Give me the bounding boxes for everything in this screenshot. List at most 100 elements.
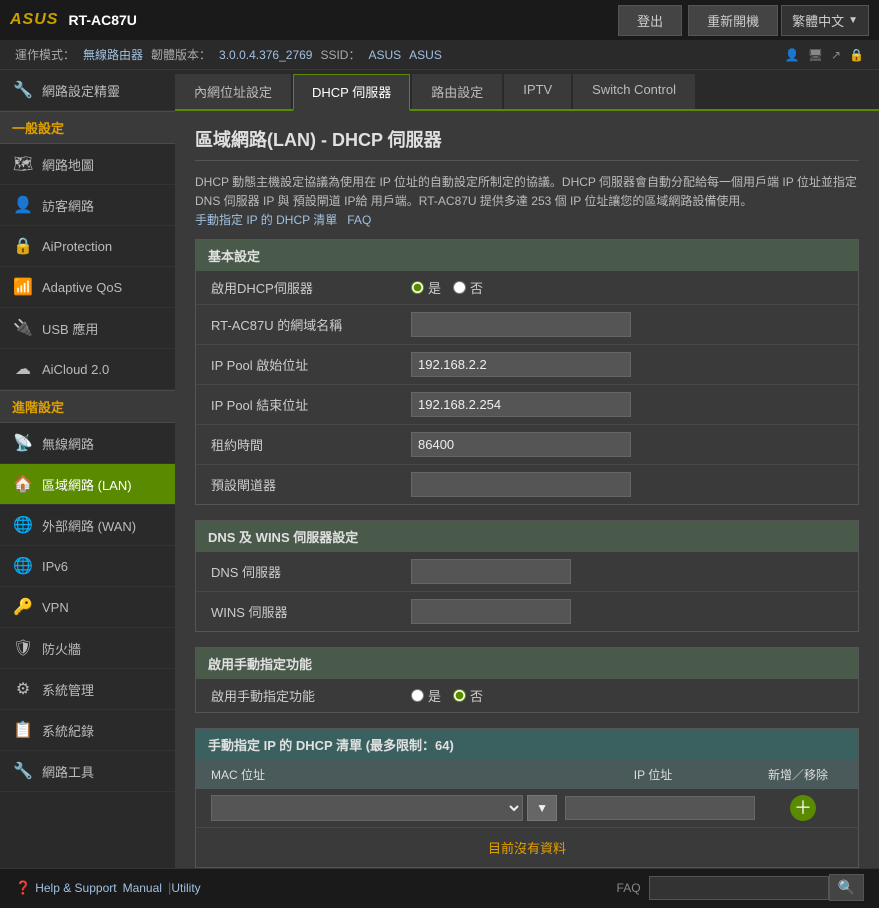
desc-text1: DHCP 動態主機設定協議為使用在 IP 位址的自動設定所制定的協議。DHCP … — [195, 175, 857, 189]
dhcp-enable-no-label[interactable]: 否 — [453, 278, 483, 297]
syslog-icon: 📋 — [12, 719, 34, 741]
logout-button[interactable]: 登出 — [618, 5, 682, 36]
col-header-action: 新增／移除 — [753, 766, 843, 783]
sidebar-item-usb[interactable]: 🔌 USB 應用 — [0, 308, 175, 349]
mode-link[interactable]: 無線路由器 — [83, 46, 143, 63]
sidebar-label-admin: 系統管理 — [42, 680, 94, 699]
manual-enable-yes-radio[interactable] — [411, 689, 424, 702]
description: DHCP 動態主機設定協議為使用在 IP 位址的自動設定所制定的協議。DHCP … — [195, 173, 859, 231]
sidebar-item-wan[interactable]: 🌐 外部網路 (WAN) — [0, 505, 175, 546]
faq-search-label: FAQ — [617, 881, 641, 895]
wins-server-input[interactable] — [411, 599, 571, 624]
tab-switch[interactable]: Switch Control — [573, 74, 695, 109]
reboot-button[interactable]: 重新開機 — [688, 5, 778, 36]
sidebar-label-firewall: 防火牆 — [42, 639, 81, 658]
sidebar-label-vpn: VPN — [42, 600, 69, 615]
brand-logo: ASUS — [10, 11, 58, 29]
sidebar-item-nettool[interactable]: 🔧 網路工具 — [0, 751, 175, 792]
default-gateway-row: 預設閘道器 — [196, 465, 858, 504]
dhcp-enable-radio-group: 是 否 — [411, 278, 483, 297]
manual-link[interactable]: Manual — [123, 881, 162, 895]
bottom-bar: ❓ Help & Support Manual | Utility FAQ 🔍 — [0, 868, 879, 906]
tab-dhcp[interactable]: DHCP 伺服器 — [293, 74, 410, 111]
faq-search-input[interactable] — [649, 876, 829, 900]
tab-lan-ip[interactable]: 內網位址設定 — [175, 74, 291, 109]
ssid-link2[interactable]: ASUS — [409, 48, 442, 62]
dhcp-enable-yes-label[interactable]: 是 — [411, 278, 441, 297]
sidebar-label-syslog: 系統紀錄 — [42, 721, 94, 740]
user-icon: 👤 — [785, 48, 800, 62]
manual-enable-radio-group: 是 否 — [411, 686, 483, 705]
col-header-mac: MAC 位址 — [211, 766, 553, 783]
dns-wins-body: DNS 伺服器 WINS 伺服器 — [196, 552, 858, 631]
main-layout: 🔧 網路設定精靈 一般設定 🗺 網路地圖 👤 訪客網路 🔒 AiProtecti… — [0, 70, 879, 868]
mac-select[interactable] — [211, 795, 523, 821]
manual-dhcp-body: MAC 位址 IP 位址 新增／移除 ▼ — [196, 760, 858, 867]
sidebar-item-adaptiveqos[interactable]: 📶 Adaptive QoS — [0, 267, 175, 308]
dhcp-enable-yes-radio[interactable] — [411, 281, 424, 294]
dhcp-enable-no-text: 否 — [470, 278, 483, 297]
manual-dhcp-link[interactable]: 手動指定 IP 的 DHCP 清單 — [195, 213, 337, 227]
sidebar-label-wan: 外部網路 (WAN) — [42, 516, 136, 535]
sidebar-item-admin[interactable]: ⚙ 系統管理 — [0, 669, 175, 710]
sidebar: 🔧 網路設定精靈 一般設定 🗺 網路地圖 👤 訪客網路 🔒 AiProtecti… — [0, 70, 175, 868]
add-entry-button[interactable]: ＋ — [790, 795, 816, 821]
language-button[interactable]: 繁體中文 — [781, 5, 869, 36]
basic-settings-body: 啟用DHCP伺服器 是 否 — [196, 271, 858, 504]
sidebar-item-wireless[interactable]: 📡 無線網路 — [0, 423, 175, 464]
top-bar: ASUS RT-AC87U 登出 重新開機 繁體中文 — [0, 0, 879, 40]
lease-time-input[interactable] — [411, 432, 631, 457]
utility-link[interactable]: Utility — [171, 881, 200, 895]
sidebar-item-lan[interactable]: 🏠 區域網路 (LAN) — [0, 464, 175, 505]
add-btn-wrap: ＋ — [763, 795, 843, 821]
sidebar-label-ipv6: IPv6 — [42, 559, 68, 574]
firmware-link[interactable]: 3.0.0.4.376_2769 — [219, 48, 312, 62]
desc-text2: DNS 伺服器 IP 與 預設閘道 IP給 用戶端。RT-AC87U 提供多達 … — [195, 194, 752, 208]
domain-name-label: RT-AC87U 的網域名稱 — [211, 315, 411, 334]
tab-route[interactable]: 路由設定 — [412, 74, 502, 109]
map-icon: 🗺 — [12, 153, 34, 175]
faq-link-desc[interactable]: FAQ — [347, 213, 371, 227]
sidebar-item-syslog[interactable]: 📋 系統紀錄 — [0, 710, 175, 751]
dns-server-input[interactable] — [411, 559, 571, 584]
dhcp-enable-no-radio[interactable] — [453, 281, 466, 294]
manual-enable-no-radio[interactable] — [453, 689, 466, 702]
ip-pool-start-input[interactable] — [411, 352, 631, 377]
ssid-link1[interactable]: ASUS — [368, 48, 401, 62]
sidebar-item-firewall[interactable]: 🛡 防火牆 — [0, 628, 175, 669]
monitor-icon: 🖥 — [808, 48, 823, 62]
dhcp-enable-label: 啟用DHCP伺服器 — [211, 278, 411, 297]
domain-name-input[interactable] — [411, 312, 631, 337]
firewall-icon: 🛡 — [12, 637, 34, 659]
sidebar-item-wizard[interactable]: 🔧 網路設定精靈 — [0, 70, 175, 111]
sidebar-item-vpn[interactable]: 🔑 VPN — [0, 587, 175, 628]
sidebar-item-aicloud[interactable]: ☁ AiCloud 2.0 — [0, 349, 175, 390]
tab-iptv[interactable]: IPTV — [504, 74, 571, 109]
sidebar-item-guest[interactable]: 👤 訪客網路 — [0, 185, 175, 226]
help-support-link[interactable]: Help & Support — [35, 881, 116, 895]
dhcp-enable-yes-text: 是 — [428, 278, 441, 297]
admin-icon: ⚙ — [12, 678, 34, 700]
domain-name-row: RT-AC87U 的網域名稱 — [196, 305, 858, 345]
ip-pool-start-label: IP Pool 啟始位址 — [211, 355, 411, 374]
mac-dropdown-button[interactable]: ▼ — [527, 795, 557, 821]
sidebar-item-aiprotection[interactable]: 🔒 AiProtection — [0, 226, 175, 267]
sidebar-item-ipv6[interactable]: 🌐 IPv6 — [0, 546, 175, 587]
ip-assign-input[interactable] — [565, 796, 755, 820]
sidebar-item-label-wizard: 網路設定精靈 — [42, 81, 120, 100]
ip-pool-end-label: IP Pool 結束位址 — [211, 395, 411, 414]
dns-wins-header: DNS 及 WINS 伺服器設定 — [196, 521, 858, 552]
no-data-label: 目前沒有資料 — [196, 828, 858, 867]
manual-enable-section: 啟用手動指定功能 啟用手動指定功能 是 否 — [195, 647, 859, 713]
help-support-icon: ❓ — [15, 880, 31, 896]
default-gateway-input[interactable] — [411, 472, 631, 497]
usb-icon: 🔌 — [12, 317, 34, 339]
manual-dhcp-section: 手動指定 IP 的 DHCP 清單 (最多限制：64) MAC 位址 IP 位址… — [195, 728, 859, 868]
wan-icon: 🌐 — [12, 514, 34, 536]
ip-pool-end-input[interactable] — [411, 392, 631, 417]
faq-search-button[interactable]: 🔍 — [829, 874, 864, 901]
status-bar: 運作模式： 無線路由器 韌體版本： 3.0.0.4.376_2769 SSID：… — [0, 40, 879, 70]
sidebar-item-map[interactable]: 🗺 網路地圖 — [0, 144, 175, 185]
manual-enable-yes-label[interactable]: 是 — [411, 686, 441, 705]
manual-enable-no-label[interactable]: 否 — [453, 686, 483, 705]
